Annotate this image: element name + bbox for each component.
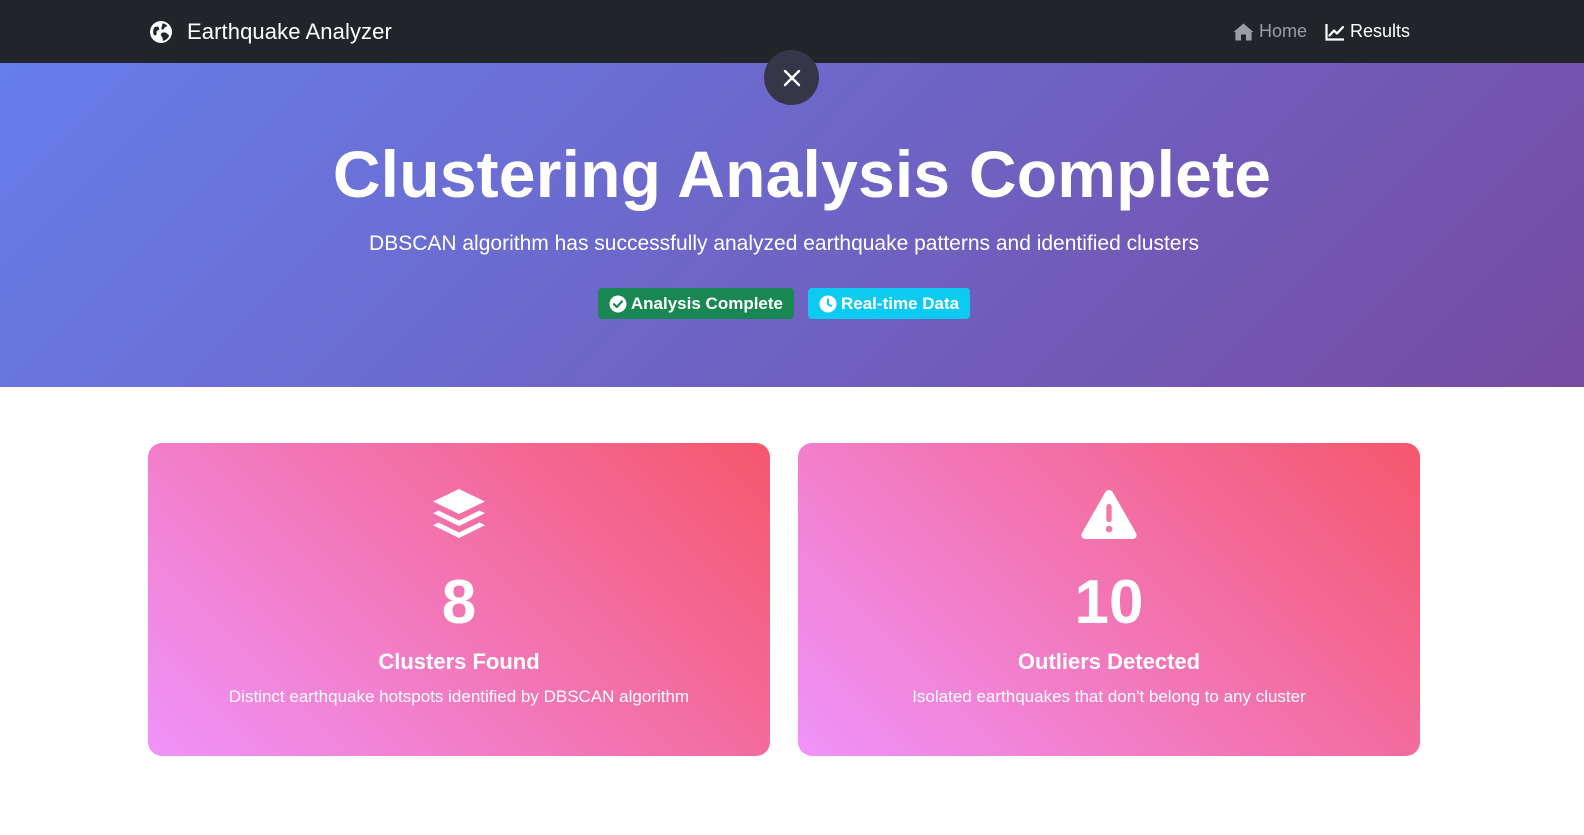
nav-link-home-label: Home <box>1258 21 1307 41</box>
page-title: Clustering Analysis Complete <box>332 137 1272 211</box>
page-subtitle: DBSCAN algorithm has successfully analyz… <box>369 232 1199 255</box>
chart-line-icon <box>1325 23 1345 41</box>
close-icon <box>783 69 800 86</box>
outliers-count: 10 <box>1074 568 1144 637</box>
nav-link-results-label: Results <box>1349 21 1410 41</box>
nav-link-results[interactable]: Results <box>1325 21 1410 42</box>
status-badge-analysis-complete: Analysis Complete <box>597 288 794 319</box>
clusters-count: 8 <box>441 568 477 637</box>
clock-icon <box>819 295 837 312</box>
globe-icon <box>150 20 172 43</box>
brand-name: Earthquake Analyzer <box>187 18 392 44</box>
card-icon-wrapper <box>148 487 770 545</box>
brand-link[interactable]: Earthquake Analyzer <box>149 0 392 63</box>
outliers-description: Isolated earthquakes that don't belong t… <box>912 687 1306 706</box>
warning-triangle-icon <box>1081 490 1137 539</box>
clusters-description: Distinct earthquake hotspots identified … <box>228 687 690 706</box>
check-circle-icon <box>609 295 627 312</box>
hero-section <box>0 63 1584 387</box>
status-badges: Analysis Complete Real-time Data <box>0 288 1568 319</box>
close-button[interactable] <box>764 50 819 105</box>
status-badge-realtime-data: Real-time Data <box>808 288 971 319</box>
card-icon-wrapper <box>798 487 1420 541</box>
stat-card-clusters: 8 Clusters Found Distinct earthquake hot… <box>148 443 770 756</box>
layers-icon <box>433 489 485 538</box>
nav-links: Home Results <box>1215 0 1410 63</box>
stat-card-outliers: 10 Outliers Detected Isolated earthquake… <box>798 443 1420 756</box>
nav-link-home[interactable]: Home <box>1233 21 1307 42</box>
outliers-label: Outliers Detected <box>1017 649 1201 674</box>
badge-label: Real-time Data <box>841 293 960 313</box>
home-icon <box>1233 23 1254 40</box>
clusters-label: Clusters Found <box>378 649 540 674</box>
badge-label: Analysis Complete <box>630 293 783 313</box>
